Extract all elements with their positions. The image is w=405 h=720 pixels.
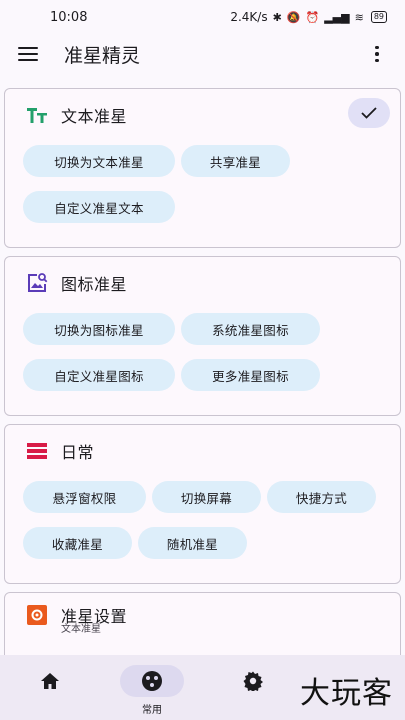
common-icon (142, 671, 162, 691)
gear-icon (243, 671, 263, 691)
network-speed: 2.4K/s (230, 10, 268, 24)
favorites-chip[interactable]: 收藏准星 (23, 527, 132, 559)
status-time: 10:08 (50, 9, 88, 25)
card-header: 文本准星 (25, 103, 127, 127)
overlay-permission-chip[interactable]: 悬浮窗权限 (23, 481, 146, 513)
wifi-icon: ≋ (354, 10, 364, 24)
home-icon (41, 673, 59, 689)
icon-crosshair-card: 图标准星 切换为图标准星 系统准星图标 自定义准星图标 更多准星图标 (4, 256, 401, 416)
random-crosshair-chip[interactable]: 随机准星 (138, 527, 247, 559)
watermark-text: 大玩客 (300, 676, 393, 711)
nav-common[interactable]: 常用 (120, 665, 184, 716)
card-title: 文本准星 (61, 107, 128, 126)
status-bar: 10:08 2.4K/s ✱ 🔕 ⏰ ▂▄▆ ≋ 89 (0, 0, 405, 34)
daily-card: 日常 悬浮窗权限 切换屏幕 快捷方式 收藏准星 随机准星 (4, 424, 401, 584)
card-subtitle: 文本准星 (61, 624, 101, 635)
switch-to-icon-chip[interactable]: 切换为图标准星 (23, 313, 175, 345)
switch-to-text-chip[interactable]: 切换为文本准星 (23, 145, 175, 177)
custom-icon-chip[interactable]: 自定义准星图标 (23, 359, 175, 391)
app-bar: 准星精灵 (0, 34, 405, 74)
nav-label: 常用 (142, 705, 162, 716)
card-title: 图标准星 (61, 275, 128, 294)
menu-icon[interactable] (18, 42, 42, 66)
card-header: 日常 (25, 439, 94, 463)
shortcut-chip[interactable]: 快捷方式 (267, 481, 376, 513)
bluetooth-icon: ✱ (272, 10, 282, 24)
list-icon (25, 439, 49, 463)
signal-icon: ▂▄▆ (324, 10, 350, 24)
share-crosshair-chip[interactable]: 共享准星 (181, 145, 290, 177)
custom-text-chip[interactable]: 自定义准星文本 (23, 191, 175, 223)
switch-screen-chip[interactable]: 切换屏幕 (152, 481, 261, 513)
settings-box-icon (25, 603, 49, 627)
more-options-icon[interactable] (365, 45, 389, 63)
app-title: 准星精灵 (64, 44, 141, 67)
alarm-icon: ⏰ (305, 10, 320, 24)
nav-settings[interactable] (221, 665, 285, 697)
text-crosshair-card: 文本准星 切换为文本准星 共享准星 自定义准星文本 (4, 88, 401, 248)
mute-icon: 🔕 (286, 10, 301, 24)
nav-pill (120, 665, 184, 697)
card-header: 图标准星 (25, 271, 127, 295)
selected-check-button[interactable] (348, 98, 390, 128)
nav-home[interactable] (18, 665, 82, 697)
nav-pill (18, 665, 82, 697)
text-format-icon (25, 103, 49, 127)
check-icon (361, 107, 377, 119)
more-icons-chip[interactable]: 更多准星图标 (181, 359, 320, 391)
image-search-icon (25, 271, 49, 295)
nav-pill (221, 665, 285, 697)
status-icons: 2.4K/s ✱ 🔕 ⏰ ▂▄▆ ≋ 89 (230, 10, 387, 24)
battery-icon: 89 (370, 11, 387, 23)
system-icons-chip[interactable]: 系统准星图标 (181, 313, 320, 345)
card-title: 日常 (61, 443, 95, 462)
